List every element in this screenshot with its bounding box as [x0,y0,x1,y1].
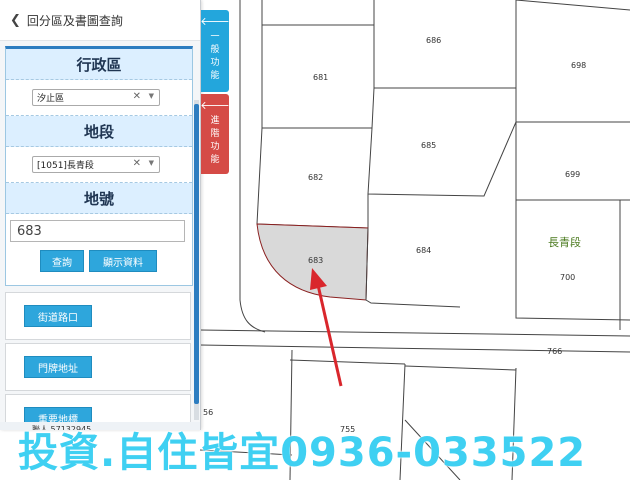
chevron-down-icon[interactable]: ▼ [149,159,154,167]
section-label: 長青段 [548,235,581,249]
parcel-label-683: 683 [308,256,323,265]
scrollbar-thumb[interactable] [194,104,199,404]
clear-icon[interactable]: ✕ [133,158,141,169]
street-intersection-card: 街道路口 [5,292,191,340]
parcel-label-56: 56 [203,408,213,417]
parcel-label-682: 682 [308,173,323,182]
parcel-label-686: 686 [426,36,441,45]
lot-query-form: 行政區 汐止區 ✕ ▼ 地段 [1051]長青段 ✕ ▼ 地號 683 查詢 顯… [5,46,193,286]
parcel-label-685: 685 [421,141,436,150]
section-selected-value: [1051]長青段 [37,161,94,171]
street-intersection-button[interactable]: 街道路口 [24,305,92,327]
basic-functions-tab[interactable]: 🡐 一 般 功 能 [200,10,230,92]
district-select[interactable]: 汐止區 ✕ ▼ [32,89,160,106]
address-card: 門牌地址 [5,343,191,391]
tab-char: 進 [210,116,220,126]
clear-icon[interactable]: ✕ [133,91,141,102]
query-panel: ❮ 回分區及書圖查詢 行政區 汐止區 ✕ ▼ 地段 [1051]長青段 ✕ ▼ … [0,0,201,430]
contact-watermark: 投資.自住皆宜0936-033522 [18,430,587,476]
tab-char: 功 [210,142,220,152]
chevron-left-icon[interactable]: ❮ [10,13,21,28]
section-heading: 地段 [6,116,192,147]
parcel-label-699: 699 [565,170,580,179]
tab-char: 一 [210,32,220,42]
panel-title: 回分區及書圖查詢 [26,13,123,28]
parcel-label-684: 684 [416,246,431,255]
chevron-down-icon[interactable]: ▼ [149,92,154,100]
parcel-label-700: 700 [560,273,575,282]
lot-heading: 地號 [6,183,192,214]
advanced-functions-tab[interactable]: 🡐 進 階 功 能 [200,94,230,174]
arrow-left-icon: 🡐 [200,99,230,112]
query-button[interactable]: 查詢 [40,250,84,272]
district-selected-value: 汐止區 [37,94,65,104]
tab-char: 階 [210,129,220,139]
arrow-left-icon: 🡐 [200,15,230,28]
district-heading: 行政區 [6,49,192,80]
lot-number-input[interactable]: 683 [10,220,185,242]
parcel-label-766: 766 [547,347,562,356]
parcel-label-681: 681 [313,73,328,82]
section-select[interactable]: [1051]長青段 ✕ ▼ [32,156,160,173]
tab-char: 般 [210,45,220,55]
tab-char: 功 [210,58,220,68]
show-data-button[interactable]: 顯示資料 [89,250,157,272]
tab-char: 能 [210,155,220,165]
tab-char: 能 [210,71,220,81]
address-button[interactable]: 門牌地址 [24,356,92,378]
parcel-label-698: 698 [571,61,586,70]
panel-header[interactable]: ❮ 回分區及書圖查詢 [0,0,200,41]
